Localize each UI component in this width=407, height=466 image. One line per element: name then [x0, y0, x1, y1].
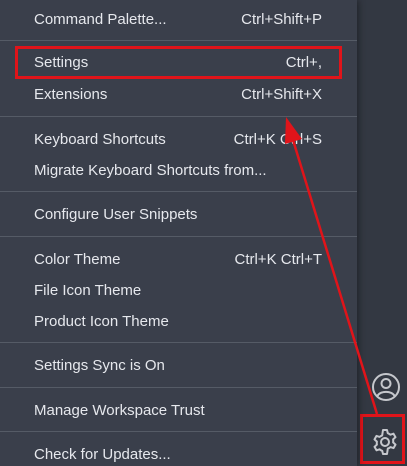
menu-separator	[0, 191, 357, 192]
menu-item-label: Color Theme	[34, 251, 121, 268]
menu-separator	[0, 342, 357, 343]
menu-item-label: Command Palette...	[34, 11, 167, 28]
menu-item-shortcut: Ctrl+Shift+X	[241, 86, 322, 103]
menu-item-shortcut: Ctrl+K Ctrl+S	[233, 131, 322, 148]
account-icon[interactable]	[371, 372, 401, 402]
menu-separator	[0, 116, 357, 117]
menu-item-label: Migrate Keyboard Shortcuts from...	[34, 162, 267, 179]
menu-item-manage-workspace-trust[interactable]: Manage Workspace Trust	[0, 395, 357, 426]
menu-item-configure-user-snippets[interactable]: Configure User Snippets	[0, 199, 357, 230]
menu-separator	[0, 40, 357, 41]
manage-menu: Command Palette... Ctrl+Shift+P Settings…	[0, 0, 357, 466]
gear-highlight-box	[360, 414, 405, 464]
menu-item-label: Settings	[34, 54, 89, 71]
menu-item-command-palette[interactable]: Command Palette... Ctrl+Shift+P	[0, 4, 357, 35]
menu-item-extensions[interactable]: Extensions Ctrl+Shift+X	[0, 79, 357, 110]
menu-item-settings[interactable]: Settings Ctrl+,	[0, 47, 357, 78]
menu-separator	[0, 431, 357, 432]
menu-item-file-icon-theme[interactable]: File Icon Theme	[0, 275, 357, 306]
menu-item-label: Extensions	[34, 86, 108, 103]
menu-item-shortcut: Ctrl+K Ctrl+T	[234, 251, 322, 268]
menu-item-label: Configure User Snippets	[34, 206, 198, 223]
menu-item-migrate-keyboard-shortcuts[interactable]: Migrate Keyboard Shortcuts from...	[0, 155, 357, 186]
menu-item-keyboard-shortcuts[interactable]: Keyboard Shortcuts Ctrl+K Ctrl+S	[0, 124, 357, 155]
menu-item-check-for-updates[interactable]: Check for Updates...	[0, 439, 357, 466]
menu-item-label: Check for Updates...	[34, 446, 171, 463]
workbench: Command Palette... Ctrl+Shift+P Settings…	[0, 0, 407, 466]
menu-item-label: File Icon Theme	[34, 282, 142, 299]
menu-item-label: Product Icon Theme	[34, 313, 169, 330]
menu-separator	[0, 387, 357, 388]
menu-item-settings-sync[interactable]: Settings Sync is On	[0, 350, 357, 381]
menu-item-label: Keyboard Shortcuts	[34, 131, 166, 148]
menu-item-shortcut: Ctrl+,	[285, 54, 322, 71]
menu-item-product-icon-theme[interactable]: Product Icon Theme	[0, 306, 357, 337]
menu-item-label: Settings Sync is On	[34, 357, 165, 374]
menu-separator	[0, 236, 357, 237]
menu-item-shortcut: Ctrl+Shift+P	[241, 11, 322, 28]
menu-item-label: Manage Workspace Trust	[34, 402, 205, 419]
menu-item-color-theme[interactable]: Color Theme Ctrl+K Ctrl+T	[0, 244, 357, 275]
